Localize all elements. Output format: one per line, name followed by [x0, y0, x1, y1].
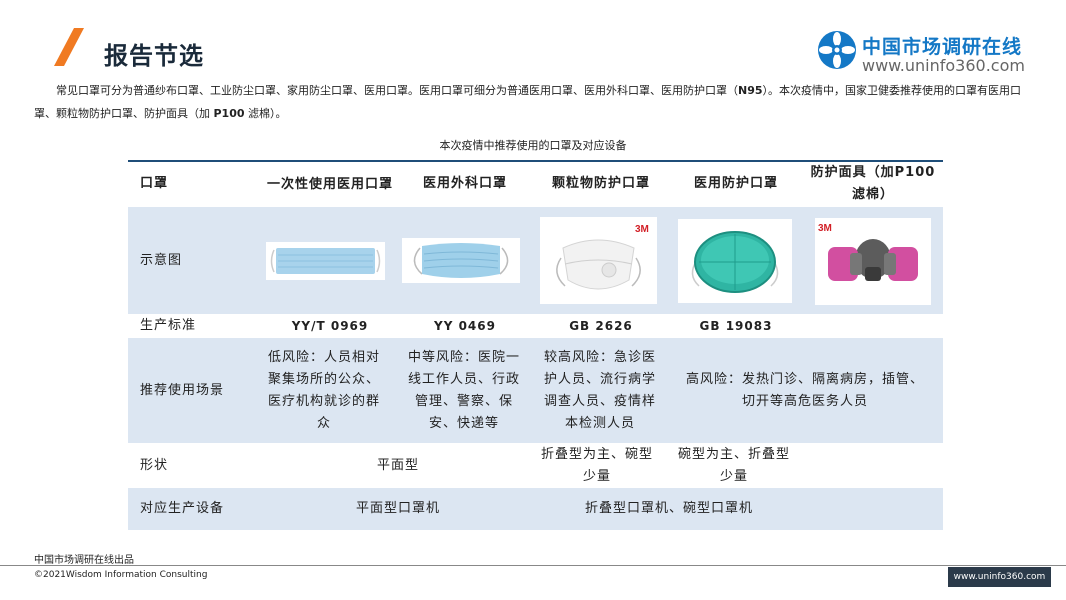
intro-text-3: 滤棉）。: [244, 107, 287, 120]
disposable-mask-image: [266, 242, 385, 280]
scenario-high-risk: 高风险：发热门诊、隔离病房，插管、切开等高危医务人员: [685, 371, 924, 409]
header-disposable-mask: 一次性使用医用口罩: [266, 177, 393, 192]
header-respirator: 防护面具（加P100滤棉）: [810, 165, 936, 202]
shape-row-label: 形状: [140, 457, 169, 473]
disposable-mask-icon: [270, 248, 381, 274]
intro-paragraph: 常见口罩可分为普通纱布口罩、工业防尘口罩、家用防尘口罩、医用口罩。医用口罩可细分…: [34, 79, 1034, 125]
equipment-row-label: 对应生产设备: [140, 501, 225, 516]
footer-url-link[interactable]: www.uninfo360.com: [948, 567, 1051, 587]
standard-gb-2626: GB 2626: [569, 319, 633, 333]
particulate-mask-icon: 3M: [556, 224, 649, 290]
shape-cup-mainly: 碗型为主、折叠型少量: [677, 446, 790, 484]
particulate-mask-image: 3M: [540, 217, 657, 304]
uninfo-logo-icon[interactable]: [817, 30, 857, 70]
scenario-row-label: 推荐使用场景: [140, 382, 225, 398]
image-row-label: 示意图: [140, 252, 183, 268]
standard-yy-0469: YY 0469: [434, 319, 496, 333]
scenario-low-risk: 低风险：人员相对聚集场所的公众、医疗机构就诊的群众: [267, 349, 380, 431]
intro-n95: N95: [738, 84, 763, 97]
scenario-medium-risk: 中等风险：医院一线工作人员、行政管理、警察、保安、快递等: [407, 349, 520, 431]
mask-comparison-table: 口罩 一次性使用医用口罩 医用外科口罩 颗粒物防护口罩 医用防护口罩 防护面具（…: [128, 160, 943, 530]
shape-flat: 平面型: [376, 457, 419, 473]
intro-p100: P100: [213, 107, 245, 120]
standard-gb-19083: GB 19083: [699, 319, 773, 333]
table-shape-row: 形状 平面型 折叠型为主、碗型少量 碗型为主、折叠型少量: [128, 444, 943, 487]
respirator-image: 3M: [815, 218, 931, 305]
accent-slash-icon: [54, 28, 84, 66]
surgical-mask-image: [402, 238, 520, 283]
logo-brand-name: 中国市场调研在线: [862, 36, 1023, 58]
brand-3m-label: 3M: [635, 224, 649, 235]
header-mask: 口罩: [140, 176, 169, 191]
scenario-higher-risk: 较高风险：急诊医护人员、流行病学调查人员、疫情样本检测人员: [543, 349, 656, 431]
page-title: 报告节选: [104, 42, 204, 70]
header-particulate-mask: 颗粒物防护口罩: [551, 176, 650, 191]
table-header-row: 口罩 一次性使用医用口罩 医用外科口罩 颗粒物防护口罩 医用防护口罩 防护面具（…: [128, 162, 943, 206]
table-caption: 本次疫情中推荐使用的口罩及对应设备: [439, 139, 627, 152]
respirator-brand-3m-label: 3M: [818, 223, 832, 234]
gas-mask-icon: 3M: [818, 223, 918, 281]
logo-url[interactable]: www.uninfo360.com: [862, 56, 1025, 75]
surgical-mask-icon: [413, 242, 509, 278]
shape-folded-mainly: 折叠型为主、碗型少量: [540, 446, 653, 484]
table-standard-row: 生产标准 YY/T 0969 YY 0469 GB 2626 GB 19083: [128, 315, 943, 337]
intro-text-1: 常见口罩可分为普通纱布口罩、工业防尘口罩、家用防尘口罩、医用口罩。医用口罩可细分…: [56, 84, 738, 97]
footer-divider: [0, 565, 1066, 566]
standard-yy-t-0969: YY/T 0969: [291, 319, 369, 333]
equipment-folded-cup: 折叠型口罩机、碗型口罩机: [584, 501, 753, 516]
protective-mask-image: [678, 219, 792, 303]
footer-copyright: ©2021Wisdom Information Consulting: [34, 570, 208, 580]
standard-row-label: 生产标准: [140, 318, 197, 333]
n95-mask-icon: [691, 231, 779, 293]
table-scenario-row: 推荐使用场景 低风险：人员相对聚集场所的公众、医疗机构就诊的群众 中等风险：医院…: [128, 338, 943, 443]
header-surgical-mask: 医用外科口罩: [422, 176, 507, 191]
header-protective-mask: 医用防护口罩: [693, 176, 778, 191]
table-equipment-row: 对应生产设备 平面型口罩机 折叠型口罩机、碗型口罩机: [128, 488, 943, 530]
equipment-flat: 平面型口罩机: [355, 501, 440, 516]
table-image-row: 示意图 3M 3M: [128, 207, 943, 314]
footer-brand: 中国市场调研在线出品: [34, 555, 134, 566]
